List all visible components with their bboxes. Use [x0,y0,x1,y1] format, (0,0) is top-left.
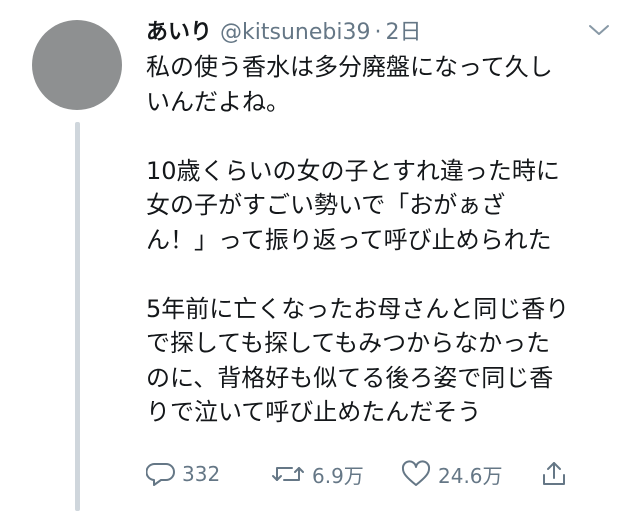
tweet-header: あいり @kitsunebi39 · 2日 [146,14,596,46]
reply-icon [146,460,176,488]
tweet-line: りで泣いて呼び止めたんだそう [146,398,482,426]
display-name[interactable]: あいり [146,14,212,46]
tweet-line: のに、背格好も似てる後ろ姿で同じ香 [146,363,554,392]
tweet-line: 女の子がすごい勢いで「おがぁざ [146,191,506,219]
tweet-line: で探しても探してもみつからなかった [146,329,551,357]
user-handle[interactable]: @kitsunebi39 [220,20,370,45]
tweet-line: 10歳くらいの女の子とすれ違った時に [146,156,560,185]
share-icon [540,459,568,489]
separator-dot: · [374,20,382,45]
tweet-line: 私の使う香水は多分廃盤になって久し [146,53,553,81]
tweet-line: ん！」って振り返って呼び止められた [146,225,552,254]
like-icon [400,460,432,488]
retweet-icon [270,460,306,488]
retweet-button[interactable]: 6.9万 [270,460,400,489]
tweet-actions: 332 6.9万 24.6万 [146,455,596,493]
tweet-line: いんだよね。 [146,87,290,116]
retweet-count: 6.9万 [312,463,364,488]
reply-button[interactable]: 332 [146,460,266,488]
timestamp[interactable]: 2日 [385,14,421,46]
thread-line [75,122,80,511]
reply-count: 332 [182,462,221,486]
tweet-line: 5年前に亡くなったお母さんと同じ香り [146,294,570,323]
tweet-text: 私の使う香水は多分廃盤になって久し いんだよね。 10歳くらいの女の子とすれ違っ… [146,50,616,430]
avatar[interactable] [32,20,122,110]
share-button[interactable] [540,459,580,489]
like-count: 24.6万 [438,463,503,488]
caret-down-icon[interactable] [584,20,614,40]
like-button[interactable]: 24.6万 [400,460,540,489]
